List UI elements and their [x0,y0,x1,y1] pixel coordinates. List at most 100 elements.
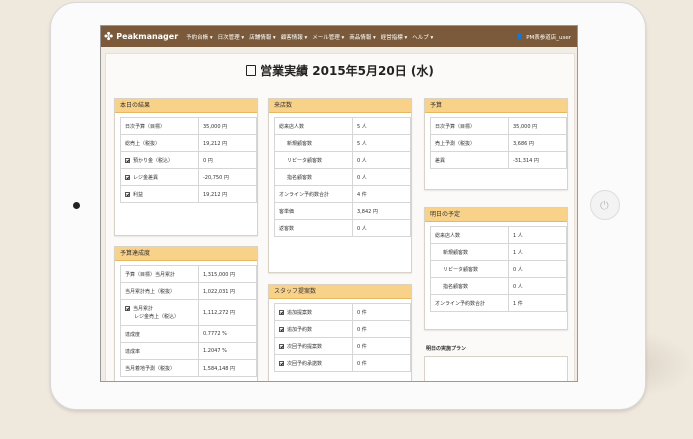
row-label: 日次予算（目標） [120,117,199,135]
menu-item-metrics[interactable]: 経営指標 ▾ [381,33,408,41]
document-icon [246,65,257,76]
row-label: オンライン予約数合計 [430,294,509,312]
table-row: 達成度 0.7772 % [120,325,257,343]
table-row: 追加提案数 0 件 [274,303,411,321]
menu-item-products[interactable]: 商品情報 ▾ [349,33,376,41]
row-label: 予算（目標）当月累計 [120,265,199,283]
table-row: リピータ顧客数 0 人 [430,260,567,278]
row-value: 1 人 [508,226,567,244]
table-row: 指名顧客数 0 人 [430,277,567,295]
menu-item-store[interactable]: 店舗情報 ▾ [249,33,276,41]
row-value: 0 件 [352,337,411,355]
panel-staff-header: スタッフ提案数 [269,285,411,299]
checkbox[interactable] [125,305,130,311]
checkbox[interactable] [125,191,130,197]
menu-item-reservations[interactable]: 予約台帳 ▾ [186,33,213,41]
row-value: 1,315,000 円 [198,265,257,283]
today-table: 日次予算（目標） 35,000 円 総売上（税抜） 19,212 円 預かり金（税込… [120,117,257,203]
table-row: 総売上（税抜） 19,212 円 [120,134,257,152]
table-row: 達成率 1.2047 % [120,342,257,360]
main-content: 営業実績 2015年5月20日 (水) 本日の結果 日次予算（目標） 35,000… [101,47,577,381]
row-value: 0 件 [352,303,411,321]
table-row: 日次予算（目標） 35,000 円 [430,117,567,135]
table-row: 総来店人数 1 人 [430,226,567,244]
forecast-table: 日次予算（目標） 35,000 円 売上予測（税抜） 3,686 円 差異 -31,3… [430,117,567,169]
row-label: 預かり金（税込） [120,151,199,169]
row-value: 0 人 [352,219,411,237]
checkbox[interactable] [125,157,130,163]
row-label: 売上予測（税抜） [430,134,509,152]
checkbox[interactable] [279,343,284,349]
tomorrow-table: 総来店人数 1 人 新規顧客数 1 人 リピータ顧客数 0 人 指名顧客数 0 人 オン… [430,226,567,312]
menu-item-customers[interactable]: 顧客情報 ▾ [281,33,308,41]
table-row: 当月累計売上（税抜） 1,022,031 円 [120,282,257,300]
panel-tomorrow-header: 明日の予定 [425,208,567,222]
row-label: 新規顧客数 [430,243,509,261]
user-name: PM表参道店_user [526,34,571,41]
table-row: リピータ顧客数 0 人 [274,151,411,169]
row-label: レジ金差異 [120,168,199,186]
table-row: 客単価 3,842 円 [274,202,411,220]
row-value: -20,750 円 [198,168,257,186]
panel-budget: 予算達成度 予算（目標）当月累計 1,315,000 円 当月累計売上（税抜） 1,… [114,246,258,381]
row-value: 3,686 円 [508,134,567,152]
row-value: 19,212 円 [198,185,257,203]
menu-item-help[interactable]: ヘルプ ▾ [412,33,433,41]
row-label: 当月着地予測（税抜） [120,359,199,377]
menu-item-daily[interactable]: 日次管理 ▾ [218,33,245,41]
menu-item-mail[interactable]: メール管理 ▾ [312,33,344,41]
row-label: 次回予約承諾数 [274,354,353,372]
app-screen: ✤ Peakmanager 予約台帳 ▾ 日次管理 ▾ 店舗情報 ▾ 顧客情報 … [100,25,578,382]
row-value: 1 件 [508,294,567,312]
row-label: リピータ顧客数 [274,151,353,169]
row-value: -31,314 円 [508,151,567,169]
table-row: 指名顧客数 0 人 [274,168,411,186]
row-value: 0 人 [508,277,567,295]
home-button[interactable]: ⏻ [590,190,620,220]
checkbox[interactable] [125,174,130,180]
panel-today: 本日の結果 日次予算（目標） 35,000 円 総売上（税抜） 19,212 円 預… [114,98,258,236]
tomorrow-plan-textarea[interactable] [424,356,568,381]
row-label: 指名顧客数 [274,168,353,186]
panel-forecast-header: 予算 [425,99,567,113]
table-row: レジ金差異 -20,750 円 [120,168,257,186]
row-value: 0 人 [352,168,411,186]
table-row: オンライン予約数合計 1 件 [430,294,567,312]
table-row: 新規顧客数 1 人 [430,243,567,261]
row-value: 0.7772 % [198,325,257,343]
panel-tomorrow: 明日の予定 総来店人数 1 人 新規顧客数 1 人 リピータ顧客数 0 人 指名顧客数… [424,207,568,330]
table-row: 新規顧客数 5 人 [274,134,411,152]
row-label: 達成度 [120,325,199,343]
panel-forecast: 予算 日次予算（目標） 35,000 円 売上予測（税抜） 3,686 円 差異 -3… [424,98,568,190]
row-value: 1,584,148 円 [198,359,257,377]
row-value: 0 人 [352,151,411,169]
row-value: 0 件 [352,320,411,338]
row-label: 客単価 [274,202,353,220]
table-row: 利益 19,212 円 [120,185,257,203]
table-row: 総来店人数 5 人 [274,117,411,135]
checkbox[interactable] [279,309,284,315]
budget-table: 予算（目標）当月累計 1,315,000 円 当月累計売上（税抜） 1,022,03… [120,265,257,377]
app-logo[interactable]: ✤ Peakmanager [104,30,178,43]
panel-today-header: 本日の結果 [115,99,257,113]
user-menu[interactable]: 👤 PM表参道店_user [516,33,571,41]
checkbox[interactable] [279,326,284,332]
row-value: 0 円 [198,151,257,169]
checkbox[interactable] [279,360,284,366]
panel-visits: 来店数 総来店人数 5 人 新規顧客数 5 人 リピータ顧客数 0 人 指名顧客数 0 … [268,98,412,273]
row-label: 新規顧客数 [274,134,353,152]
page-title: 営業実績 2015年5月20日 (水) [106,62,574,79]
table-row: 予算（目標）当月累計 1,315,000 円 [120,265,257,283]
row-value: 1 人 [508,243,567,261]
power-icon: ⏻ [600,199,609,212]
panel-budget-header: 予算達成度 [115,247,257,261]
table-row: 差異 -31,314 円 [430,151,567,169]
visits-table: 総来店人数 5 人 新規顧客数 5 人 リピータ顧客数 0 人 指名顧客数 0 人 オン… [274,117,411,237]
row-label: 差異 [430,151,509,169]
dashboard: 営業実績 2015年5月20日 (水) 本日の結果 日次予算（目標） 35,000… [105,53,575,381]
panel-visits-header: 来店数 [269,99,411,113]
row-label: 日次予算（目標） [430,117,509,135]
user-icon: 👤 [516,33,524,40]
row-value: 1,022,031 円 [198,282,257,300]
row-value: 1,112,272 円 [198,299,257,326]
